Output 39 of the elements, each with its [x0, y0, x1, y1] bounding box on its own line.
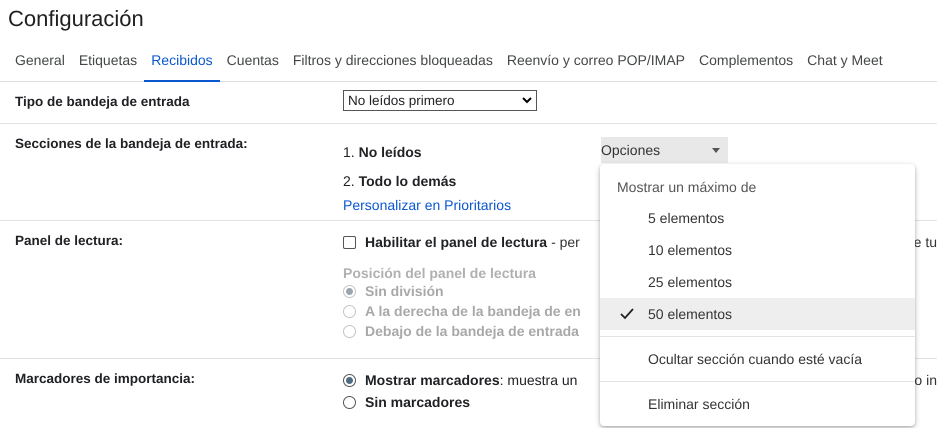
position-heading: Posición del panel de lectura: [343, 264, 537, 281]
settings-tab[interactable]: Complementos: [692, 40, 800, 82]
checkmark-icon: [620, 308, 634, 320]
radio-label: Mostrar marcadores: muestra un: [365, 372, 578, 388]
menu-item[interactable]: Ocultar sección cuando esté vacía: [600, 343, 915, 375]
radio-label: o in: [914, 372, 937, 388]
menu-item[interactable]: 5 elementos: [600, 202, 915, 234]
menu-heading: Mostrar un máximo de: [616, 178, 758, 197]
caret-icon: [712, 148, 720, 152]
settings-tab[interactable]: Etiquetas: [72, 40, 144, 82]
setting-label: Secciones de la bandeja de entrada:: [15, 136, 248, 151]
options-dropdown-button[interactable]: Opciones: [601, 137, 728, 163]
inbox-type-select[interactable]: No leídos primero: [343, 90, 537, 111]
menu-item[interactable]: 25 elementos: [600, 266, 915, 298]
settings-tab[interactable]: Reenvío y correo POP/IMAP: [500, 40, 692, 82]
settings-tab[interactable]: Cuentas: [220, 40, 286, 82]
radio-label: Debajo de la bandeja de entrada: [365, 323, 579, 339]
settings-tab[interactable]: General: [8, 40, 72, 82]
menu-item[interactable]: 10 elementos: [600, 234, 915, 266]
inbox-section-name: 2. Todo lo demás: [343, 172, 456, 188]
chevron-down-icon: [522, 97, 532, 104]
page-title: Configuración: [7, 5, 145, 33]
setting-label: Panel de lectura:: [15, 233, 124, 248]
radio-label: Sin marcadores: [365, 394, 470, 410]
settings-tab[interactable]: Filtros y direcciones bloqueadas: [286, 40, 500, 82]
customize-link[interactable]: Personalizar en Prioritarios: [343, 197, 512, 213]
radio-label: Sin división: [365, 283, 444, 299]
settings-tab[interactable]: Recibidos: [144, 40, 220, 82]
menu-item[interactable]: Eliminar sección: [600, 388, 915, 420]
checkbox-description: - per: [551, 234, 580, 250]
settings-tab[interactable]: Chat y Meet: [800, 40, 890, 82]
inbox-section-name: 1. No leídos: [343, 144, 422, 160]
setting-label: Tipo de bandeja de entrada: [15, 94, 190, 109]
setting-label: Marcadores de importancia:: [15, 371, 196, 386]
radio-button[interactable]: [343, 396, 356, 408]
radio-label: A la derecha de la bandeja de en: [365, 303, 581, 319]
checkbox-label: Habilitar el panel de lectura: [365, 234, 548, 250]
radio-button[interactable]: [343, 374, 356, 386]
menu-item[interactable]: 50 elementos: [600, 298, 915, 330]
